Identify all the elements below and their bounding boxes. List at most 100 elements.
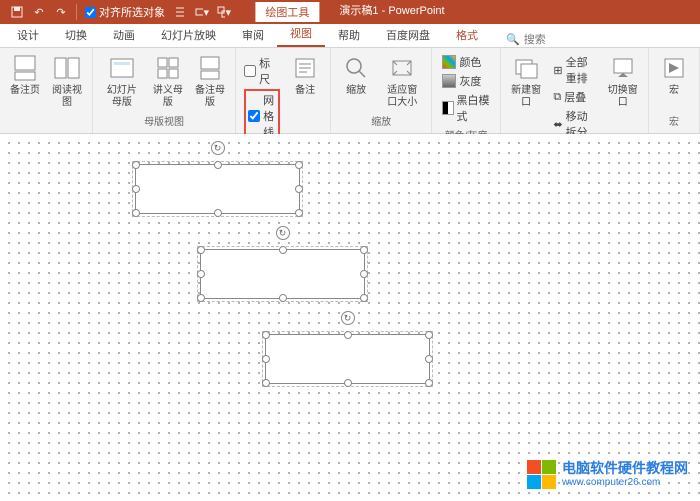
zoom-icon (341, 53, 371, 83)
group-zoom: 缩放 适应窗口大小 缩放 (331, 48, 432, 133)
zoom-button[interactable]: 缩放 (337, 51, 375, 99)
grayscale-mode-button[interactable]: 灰度 (440, 72, 491, 90)
resize-handle[interactable] (279, 246, 287, 254)
group-show: 标尺 网格线 参考线 备注 显示 (236, 48, 331, 133)
tab-view[interactable]: 视图 (277, 21, 325, 47)
fit-icon (387, 53, 417, 83)
notes-page-button[interactable]: 备注页 (6, 51, 44, 99)
zoom-group-label: 缩放 (337, 113, 425, 130)
new-window-button[interactable]: 新建窗口 (507, 51, 546, 111)
group-macros: 宏 宏 (649, 48, 700, 133)
notes-master-icon (195, 53, 225, 83)
ruler-checkbox[interactable]: 标尺 (244, 55, 280, 87)
resize-handle[interactable] (197, 294, 205, 302)
watermark: 电脑软件硬件教程网 www.computer26.com (527, 460, 688, 489)
slide-master-icon (107, 53, 137, 83)
search-box[interactable]: 🔍 搜索 (506, 31, 546, 47)
reading-view-button[interactable]: 阅读视图 (48, 51, 86, 111)
tab-format[interactable]: 格式 (443, 23, 491, 47)
handout-master-icon (153, 53, 183, 83)
resize-handle[interactable] (425, 379, 433, 387)
rotate-handle[interactable] (211, 141, 225, 155)
resize-handle[interactable] (214, 209, 222, 217)
resize-handle[interactable] (295, 209, 303, 217)
group-master-views: 幻灯片母版 讲义母版 备注母版 母版视图 (93, 48, 236, 133)
align-selection-checkbox[interactable]: 对齐所选对象 (85, 4, 165, 20)
redo-icon[interactable]: ↷ (54, 5, 68, 19)
cascade-button[interactable]: ⧉层叠 (551, 88, 597, 106)
tab-transition[interactable]: 切换 (52, 23, 100, 47)
bw-mode-button[interactable]: 黑白模式 (440, 91, 491, 125)
tab-design[interactable]: 设计 (4, 23, 52, 47)
resize-handle[interactable] (279, 294, 287, 302)
resize-handle[interactable] (360, 294, 368, 302)
switch-window-icon (608, 53, 638, 83)
resize-handle[interactable] (360, 270, 368, 278)
windows-logo-icon (527, 460, 556, 489)
resize-handle[interactable] (262, 331, 270, 339)
notes-pane-button[interactable]: 备注 (286, 51, 324, 99)
context-tab-drawing[interactable]: 绘图工具 (255, 2, 319, 22)
undo-icon[interactable]: ↶ (32, 5, 46, 19)
separator (76, 4, 77, 20)
rotate-handle[interactable] (341, 311, 355, 325)
notes-page-icon (10, 53, 40, 83)
group-icon[interactable]: ▾ (217, 5, 231, 19)
document-title: 演示稿1 - PowerPoint (339, 2, 444, 22)
switch-window-button[interactable]: 切换窗口 (603, 51, 642, 111)
macros-group-label: 宏 (655, 113, 693, 130)
color-icon (442, 55, 456, 69)
align-icon-1[interactable] (173, 5, 187, 19)
cascade-icon: ⧉ (553, 91, 561, 104)
ribbon: 备注页 阅读视图 幻灯片母版 讲义母版 备注母版 母版视图 标尺 网格线 参考线… (0, 48, 700, 134)
macros-button[interactable]: 宏 (655, 51, 693, 99)
resize-handle[interactable] (214, 161, 222, 169)
slide-master-button[interactable]: 幻灯片母版 (99, 51, 145, 111)
handout-master-button[interactable]: 讲义母版 (149, 51, 187, 111)
notes-master-button[interactable]: 备注母版 (191, 51, 229, 111)
resize-handle[interactable] (132, 185, 140, 193)
tab-animation[interactable]: 动画 (100, 23, 148, 47)
group-views: 备注页 阅读视图 (0, 48, 93, 133)
fit-window-button[interactable]: 适应窗口大小 (379, 51, 425, 111)
tab-help[interactable]: 帮助 (325, 23, 373, 47)
tab-review[interactable]: 审阅 (229, 23, 277, 47)
quick-access-toolbar: ↶ ↷ 对齐所选对象 ▾ ▾ (0, 4, 231, 20)
resize-handle[interactable] (262, 355, 270, 363)
tab-baidu[interactable]: 百度网盘 (373, 23, 443, 47)
search-icon: 🔍 (506, 33, 520, 46)
tab-slideshow[interactable]: 幻灯片放映 (148, 23, 229, 47)
resize-handle[interactable] (197, 246, 205, 254)
rotate-handle[interactable] (276, 226, 290, 240)
arrange-icon: ⊞ (553, 64, 562, 77)
master-group-label: 母版视图 (99, 113, 229, 130)
title-center: 绘图工具 演示稿1 - PowerPoint (255, 2, 444, 22)
title-bar: ↶ ↷ 对齐所选对象 ▾ ▾ 绘图工具 演示稿1 - PowerPoint (0, 0, 700, 24)
new-window-icon (511, 53, 541, 83)
align-checkbox-input[interactable] (85, 7, 96, 18)
bw-icon (442, 101, 453, 115)
distribute-icon[interactable]: ▾ (195, 5, 209, 19)
shape-rectangle-2[interactable] (200, 249, 365, 299)
resize-handle[interactable] (295, 161, 303, 169)
ribbon-tabs: 设计 切换 动画 幻灯片放映 审阅 视图 帮助 百度网盘 格式 🔍 搜索 (0, 24, 700, 48)
resize-handle[interactable] (197, 270, 205, 278)
resize-handle[interactable] (360, 246, 368, 254)
resize-handle[interactable] (295, 185, 303, 193)
resize-handle[interactable] (132, 209, 140, 217)
resize-handle[interactable] (425, 331, 433, 339)
resize-handle[interactable] (132, 161, 140, 169)
color-mode-button[interactable]: 颜色 (440, 53, 491, 71)
resize-handle[interactable] (262, 379, 270, 387)
search-label: 搜索 (524, 31, 546, 47)
watermark-url: www.computer26.com (562, 477, 688, 488)
resize-handle[interactable] (425, 355, 433, 363)
shape-rectangle-1[interactable] (135, 164, 300, 214)
split-icon: ⬌ (553, 118, 562, 131)
shape-rectangle-3[interactable] (265, 334, 430, 384)
slide-canvas[interactable]: 电脑软件硬件教程网 www.computer26.com (0, 134, 700, 501)
save-icon[interactable] (10, 5, 24, 19)
arrange-all-button[interactable]: ⊞全部重排 (551, 53, 597, 87)
resize-handle[interactable] (344, 331, 352, 339)
resize-handle[interactable] (344, 379, 352, 387)
